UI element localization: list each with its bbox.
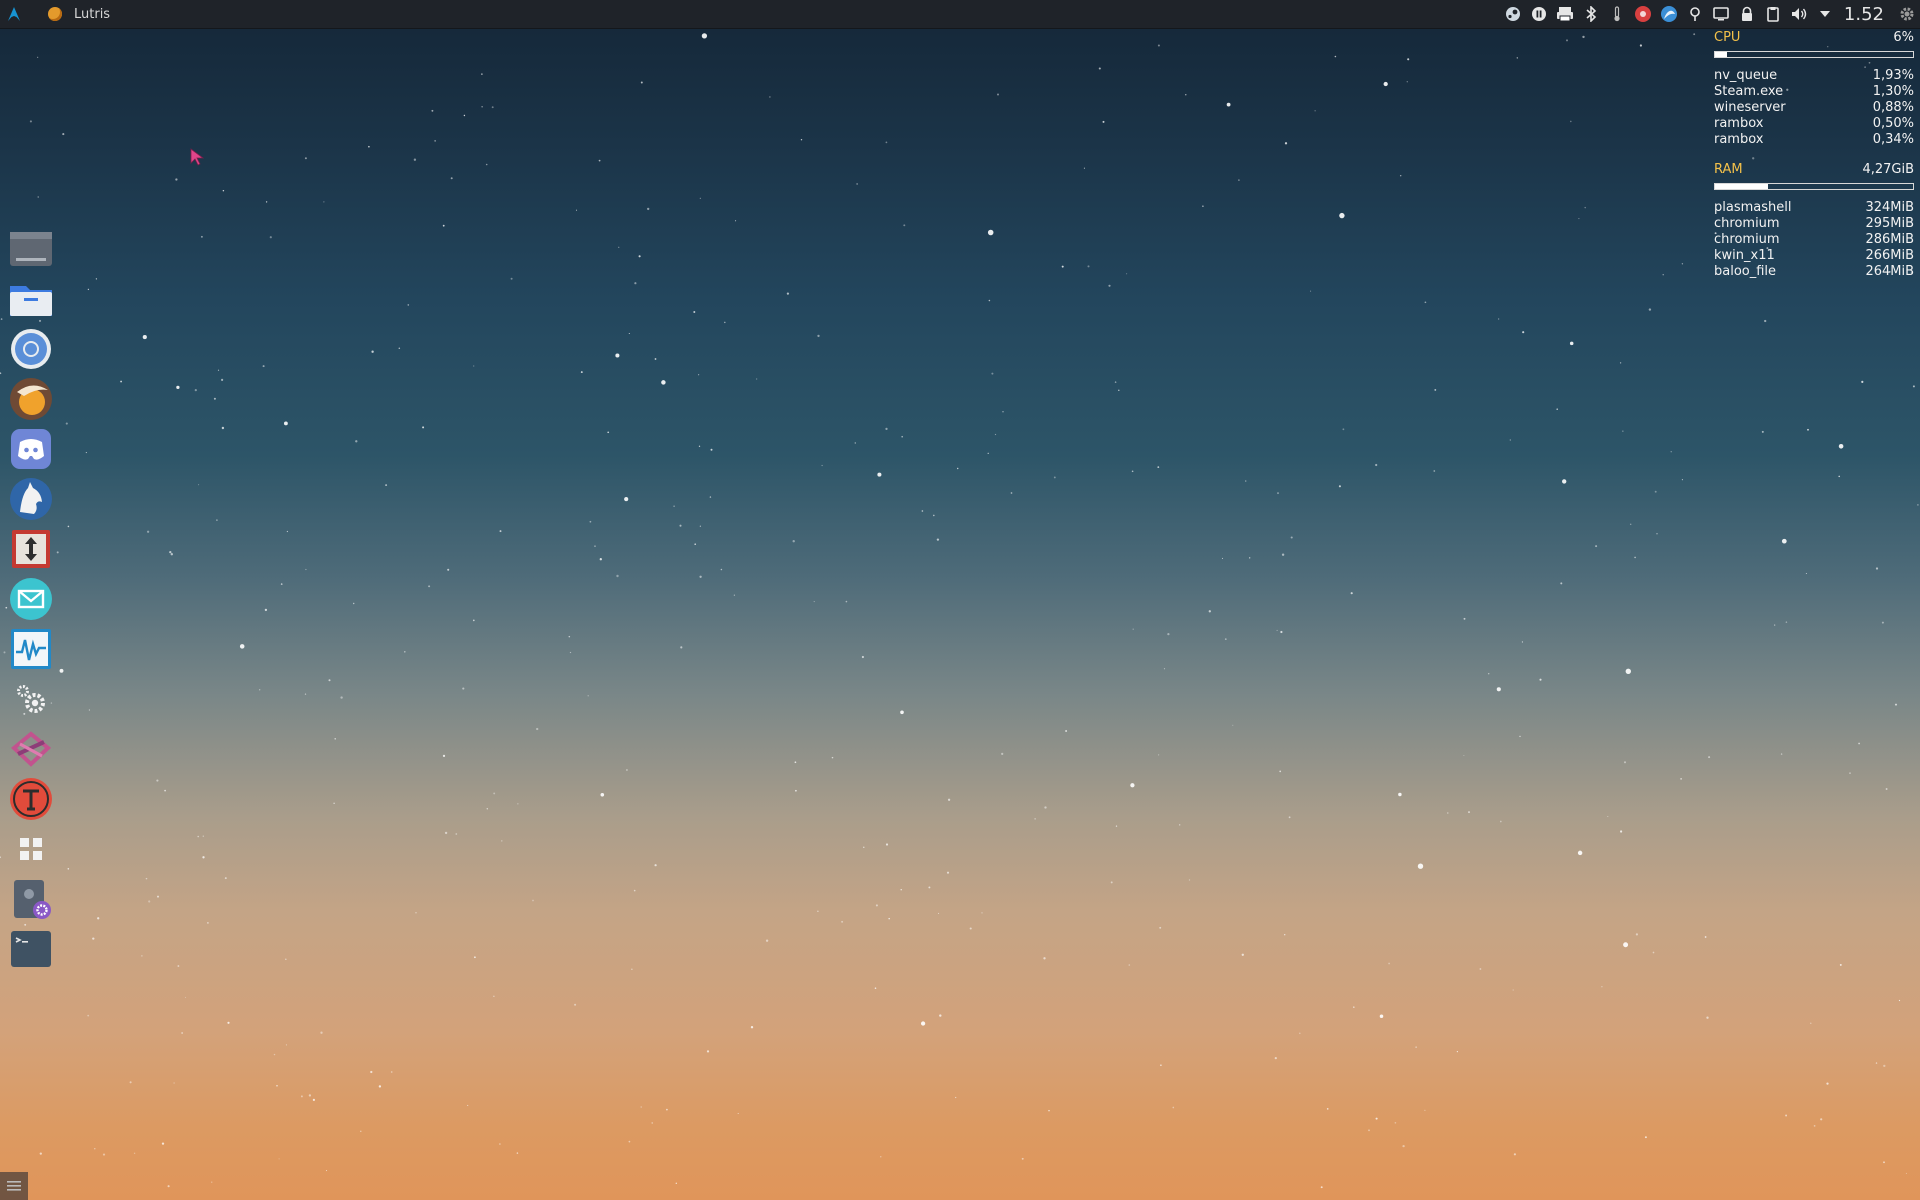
dock-item-desktop[interactable] — [8, 226, 54, 272]
process-name: nv_queue — [1714, 68, 1778, 83]
task-title: Lutris — [74, 6, 111, 22]
panel-menu-button[interactable] — [0, 1172, 28, 1200]
system-tray: 1.52 — [1500, 0, 1920, 28]
cpu-process-row: rambox 0,34% — [1714, 132, 1914, 148]
process-name: wineserver — [1714, 100, 1786, 115]
ram-header: RAM 4,27GiB — [1714, 162, 1914, 179]
cpu-process-row: Steam.exe 1,30% — [1714, 84, 1914, 100]
process-name: chromium — [1714, 216, 1780, 231]
steam-icon[interactable] — [1500, 0, 1526, 28]
process-value: 286MiB — [1865, 232, 1914, 247]
gear-icon[interactable] — [1894, 0, 1920, 28]
kde-connect-icon — [10, 731, 52, 767]
expand-arrow-icon[interactable] — [1812, 0, 1838, 28]
process-value: 0,88% — [1872, 100, 1914, 115]
dock-item-chromium[interactable] — [8, 326, 54, 372]
activity-monitor-icon — [11, 629, 51, 669]
dock-item-wolf[interactable] — [8, 476, 54, 522]
dock-item-app-grid[interactable] — [8, 826, 54, 872]
ram-process-row: kwin_x11 266MiB — [1714, 248, 1914, 264]
process-name: plasmashell — [1714, 200, 1792, 215]
terminal-icon — [11, 931, 51, 967]
taskbar-item-lutris[interactable]: Lutris — [48, 0, 110, 28]
cpu-usage-bar — [1714, 51, 1914, 58]
lutris-icon — [48, 7, 62, 21]
gnome-icon[interactable] — [1656, 0, 1682, 28]
ram-process-list: plasmashell 324MiB chromium 295MiB chromium 2… — [1714, 200, 1914, 280]
clock[interactable]: 1.52 — [1844, 4, 1884, 25]
process-value: 1,93% — [1872, 68, 1914, 83]
process-name: baloo_file — [1714, 264, 1777, 279]
settings-gears-icon — [17, 685, 45, 713]
temperature-icon[interactable] — [1604, 0, 1630, 28]
process-name: kwin_x11 — [1714, 248, 1775, 263]
process-value: 324MiB — [1865, 200, 1914, 215]
process-name: Steam.exe — [1714, 84, 1784, 99]
system-monitor-widget: CPU 6% nv_queue 1,93% Steam.exe 1,30% winese… — [1714, 30, 1914, 280]
record-icon[interactable] — [1630, 0, 1656, 28]
dock-item-lutris[interactable] — [8, 376, 54, 422]
ram-process-row: chromium 286MiB — [1714, 232, 1914, 248]
process-name: chromium — [1714, 232, 1780, 247]
process-value: 266MiB — [1865, 248, 1914, 263]
lock-icon[interactable] — [1734, 0, 1760, 28]
cpu-header: CPU 6% — [1714, 30, 1914, 47]
ram-process-row: baloo_file 264MiB — [1714, 264, 1914, 280]
pin-icon[interactable] — [1682, 0, 1708, 28]
dock-item-transfer[interactable] — [8, 526, 54, 572]
pause-icon[interactable] — [1526, 0, 1552, 28]
dock-item-system-monitor[interactable] — [8, 626, 54, 672]
cpu-usage-fill — [1715, 52, 1727, 57]
process-value: 0,34% — [1872, 132, 1914, 147]
starfield-background — [0, 33, 1919, 1189]
mail-icon — [10, 578, 52, 620]
ram-process-row: chromium 295MiB — [1714, 216, 1914, 232]
clipboard-icon[interactable] — [1760, 0, 1786, 28]
app-grid-icon — [20, 838, 42, 860]
wolf-icon — [10, 478, 52, 520]
chromium-icon — [11, 329, 51, 369]
process-value: 264MiB — [1865, 264, 1914, 279]
volume-icon[interactable] — [1786, 0, 1812, 28]
lutris-icon — [10, 378, 52, 420]
dock-item-terminal[interactable] — [8, 926, 54, 972]
system-settings-icon — [14, 880, 51, 919]
ram-process-row: plasmashell 324MiB — [1714, 200, 1914, 216]
dock-item-mail[interactable] — [8, 576, 54, 622]
cpu-process-list: nv_queue 1,93% Steam.exe 1,30% wineserver 0,8… — [1714, 68, 1914, 148]
top-panel: Lutris 1.52 — [0, 0, 1920, 29]
process-value: 0,50% — [1872, 116, 1914, 131]
folder-icon — [10, 286, 52, 316]
mouse-cursor-icon — [190, 148, 205, 166]
cpu-process-row: nv_queue 1,93% — [1714, 68, 1914, 84]
printer-icon[interactable] — [1552, 0, 1578, 28]
process-name: rambox — [1714, 132, 1764, 147]
desktop-app-icon — [10, 232, 52, 266]
process-name: rambox — [1714, 116, 1764, 131]
arch-linux-logo-icon — [8, 7, 20, 21]
process-value: 1,30% — [1872, 84, 1914, 99]
dock-item-discord[interactable] — [8, 426, 54, 472]
display-icon[interactable] — [1708, 0, 1734, 28]
dock-item-settings[interactable] — [8, 676, 54, 722]
dock-item-typora[interactable] — [8, 776, 54, 822]
hamburger-menu-icon — [7, 1181, 21, 1191]
dock-item-kde-connect[interactable] — [8, 726, 54, 772]
ram-label: RAM — [1714, 162, 1743, 177]
cpu-value: 6% — [1893, 30, 1914, 45]
ram-usage-fill — [1715, 184, 1769, 189]
ram-value: 4,27GiB — [1862, 162, 1914, 177]
dock-item-file-manager[interactable] — [8, 276, 54, 322]
ram-usage-bar — [1714, 183, 1914, 190]
cpu-process-row: rambox 0,50% — [1714, 116, 1914, 132]
discord-icon — [11, 429, 51, 469]
typora-icon — [10, 778, 52, 820]
bluetooth-icon[interactable] — [1578, 0, 1604, 28]
application-launcher-button[interactable] — [0, 0, 28, 28]
cpu-process-row: wineserver 0,88% — [1714, 100, 1914, 116]
process-value: 295MiB — [1865, 216, 1914, 231]
cpu-label: CPU — [1714, 30, 1741, 45]
transfer-icon — [12, 530, 50, 568]
dock-item-system-settings[interactable] — [8, 876, 54, 922]
